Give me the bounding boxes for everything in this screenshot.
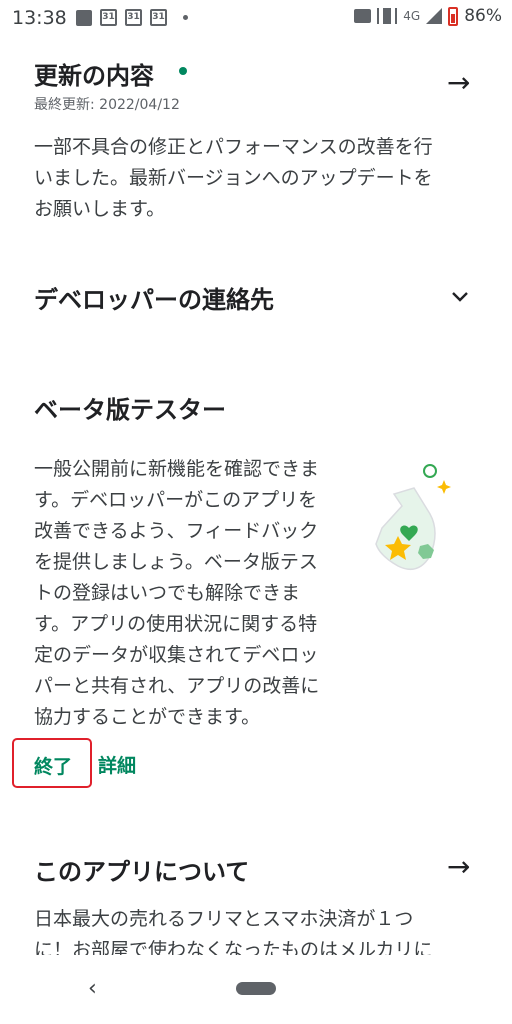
image-icon — [76, 9, 92, 26]
whats-new-header[interactable]: 更新の内容 最終更新: 2022/04/12 → — [0, 52, 512, 118]
new-indicator-dot — [179, 67, 187, 75]
leave-beta-label: 終了 — [34, 756, 73, 778]
back-icon[interactable]: ‹ — [88, 976, 97, 1001]
status-bar: 13:38 31 31 31 4G 86% — [0, 0, 512, 36]
system-icons: 4G 86% — [354, 6, 502, 26]
calendar-icon: 31 — [125, 9, 142, 26]
details-link[interactable]: 詳細 — [98, 751, 136, 778]
work-profile-icon — [354, 9, 372, 23]
vibrate-icon — [377, 8, 398, 24]
last-updated-text: 最終更新: 2022/04/12 — [34, 97, 180, 113]
home-pill[interactable] — [236, 982, 276, 995]
status-time: 13:38 — [12, 7, 67, 29]
network-type: 4G — [403, 9, 421, 23]
about-app-header[interactable]: このアプリについて → — [0, 846, 512, 894]
battery-percent: 86% — [464, 6, 502, 26]
about-app-description: 日本最大の売れるフリマとスマホ決済が１つ に！お部屋で使わなくなったものはメルカ… — [34, 908, 433, 955]
whats-new-description: 一部不具合の修正とパフォーマンスの改善を行 いました。最新バージョンへのアップデ… — [34, 136, 433, 220]
beta-description: 一般公開前に新機能を確認できま す。デベロッパーがこのアプリを 改善できるよう、… — [34, 458, 320, 728]
leave-beta-button[interactable]: 終了 — [12, 738, 92, 788]
calendar-icon: 31 — [150, 9, 167, 26]
beta-title: ベータ版テスター — [34, 396, 226, 424]
developer-contact-row[interactable]: デベロッパーの連絡先 — [0, 272, 512, 324]
battery-icon — [448, 6, 459, 26]
chevron-down-icon[interactable] — [450, 290, 470, 304]
more-notifications-icon — [183, 15, 188, 20]
developer-contact-title: デベロッパーの連絡先 — [34, 286, 274, 314]
calendar-icon: 31 — [100, 9, 117, 26]
beta-flask-illustration — [375, 464, 451, 571]
arrow-right-icon[interactable]: → — [447, 850, 470, 883]
notification-icons: 31 31 31 — [76, 9, 188, 26]
about-app-title: このアプリについて — [34, 858, 250, 886]
whats-new-title: 更新の内容 — [34, 62, 154, 90]
arrow-right-icon[interactable]: → — [447, 66, 470, 99]
signal-icon — [426, 8, 443, 24]
